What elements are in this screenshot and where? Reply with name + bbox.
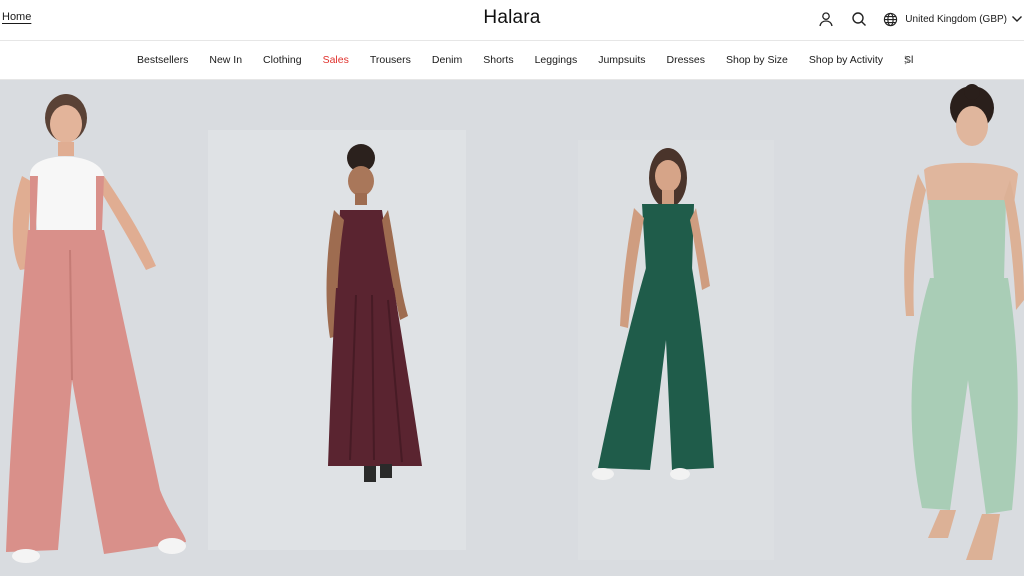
top-bar: Home Halara United Kingdom (GBP) bbox=[0, 0, 1024, 40]
neck bbox=[355, 193, 367, 205]
hero-image bbox=[6, 84, 1024, 563]
tank-top bbox=[29, 156, 104, 235]
nav-item-denim[interactable]: Denim bbox=[432, 54, 462, 66]
hair-bun bbox=[964, 84, 980, 100]
nav-item-leggings[interactable]: Leggings bbox=[535, 54, 578, 66]
face bbox=[655, 160, 681, 192]
user-icon bbox=[819, 12, 833, 27]
nav-item-shorts[interactable]: Shorts bbox=[483, 54, 513, 66]
neck bbox=[58, 142, 74, 156]
sandal-right bbox=[670, 468, 690, 480]
product-figure-pink-overall[interactable] bbox=[6, 94, 186, 563]
face bbox=[50, 105, 82, 143]
nav-item-shop-by-activity[interactable]: Shop by Activity bbox=[809, 54, 883, 66]
region-label: United Kingdom (GBP) bbox=[905, 13, 1007, 25]
chevron-down-icon bbox=[1012, 16, 1022, 22]
nav-item-clothing[interactable]: Clothing bbox=[263, 54, 302, 66]
nav-list: Bestsellers New In Clothing Sales Trouse… bbox=[137, 41, 914, 79]
chevron-right-icon[interactable] bbox=[901, 54, 913, 66]
nav-item-sales[interactable]: Sales bbox=[323, 54, 349, 66]
nav-item-jumpsuits[interactable]: Jumpsuits bbox=[598, 54, 645, 66]
overall-body bbox=[6, 230, 186, 554]
brand-logo[interactable]: Halara bbox=[483, 7, 540, 28]
face bbox=[348, 166, 374, 196]
sandal-left bbox=[364, 466, 376, 482]
home-link[interactable]: Home bbox=[2, 11, 31, 23]
harem-trousers bbox=[911, 278, 1018, 514]
globe-icon bbox=[884, 12, 898, 26]
arm-left bbox=[904, 174, 926, 316]
account-button[interactable] bbox=[816, 9, 836, 29]
shoulders bbox=[924, 162, 1018, 204]
neck bbox=[662, 190, 674, 204]
jumpsuit-bodice bbox=[642, 204, 694, 270]
region-selector[interactable]: United Kingdom (GBP) bbox=[883, 12, 1024, 27]
hero-banner[interactable] bbox=[0, 80, 1024, 576]
search-button[interactable] bbox=[849, 9, 869, 29]
header-actions: United Kingdom (GBP) bbox=[816, 9, 1024, 29]
nav-item-dresses[interactable]: Dresses bbox=[666, 54, 705, 66]
nav-item-bestsellers[interactable]: Bestsellers bbox=[137, 54, 188, 66]
sandal-right bbox=[380, 464, 392, 478]
face bbox=[956, 106, 988, 146]
nav-item-trousers[interactable]: Trousers bbox=[370, 54, 411, 66]
search-icon bbox=[852, 12, 867, 26]
category-nav: Bestsellers New In Clothing Sales Trouse… bbox=[0, 40, 1024, 80]
nav-item-new-in[interactable]: New In bbox=[209, 54, 242, 66]
shoe-right bbox=[158, 538, 186, 554]
jumpsuit-bodice bbox=[928, 200, 1006, 280]
product-figure-mint-jumpsuit[interactable] bbox=[904, 84, 1024, 560]
sandal-left bbox=[592, 468, 614, 480]
nav-item-shop-by-size[interactable]: Shop by Size bbox=[726, 54, 788, 66]
bare-feet bbox=[928, 510, 1000, 560]
shoe-left bbox=[12, 549, 40, 563]
